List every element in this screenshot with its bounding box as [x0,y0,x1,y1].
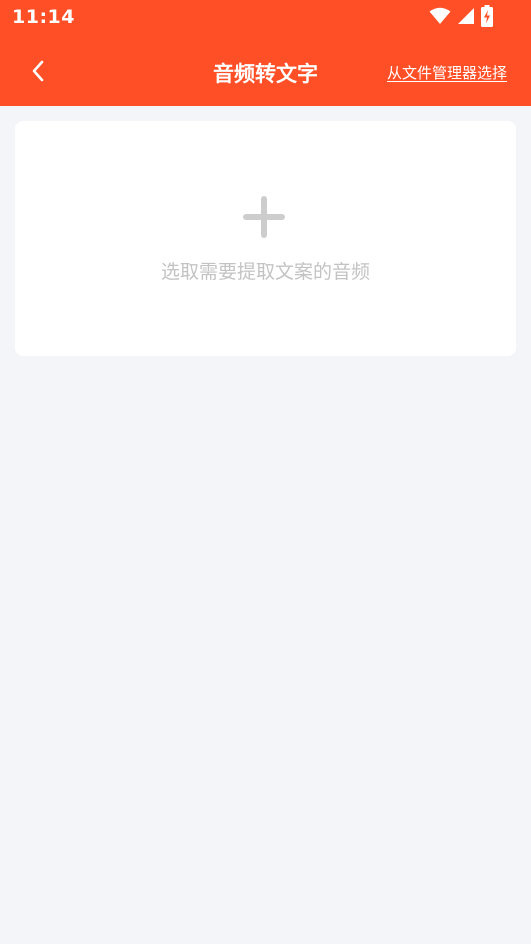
upload-hint: 选取需要提取文案的音频 [160,261,370,283]
file-manager-link[interactable]: 从文件管理器选择 [387,62,507,83]
chevron-left-icon [32,60,44,82]
battery-charging-icon [481,5,493,31]
nav-bar: 音频转文字 从文件管理器选择 [0,36,531,106]
status-icons [429,5,493,31]
wifi-icon [429,7,451,29]
upload-audio-card[interactable] [15,121,516,356]
app-header: 11:14 音频转文字 从文件管理器选择 [0,0,531,106]
status-bar: 11:14 [0,0,531,36]
back-button[interactable] [20,53,56,89]
plus-icon [243,196,285,238]
status-time: 11:14 [12,6,75,28]
cellular-signal-icon [457,7,475,29]
